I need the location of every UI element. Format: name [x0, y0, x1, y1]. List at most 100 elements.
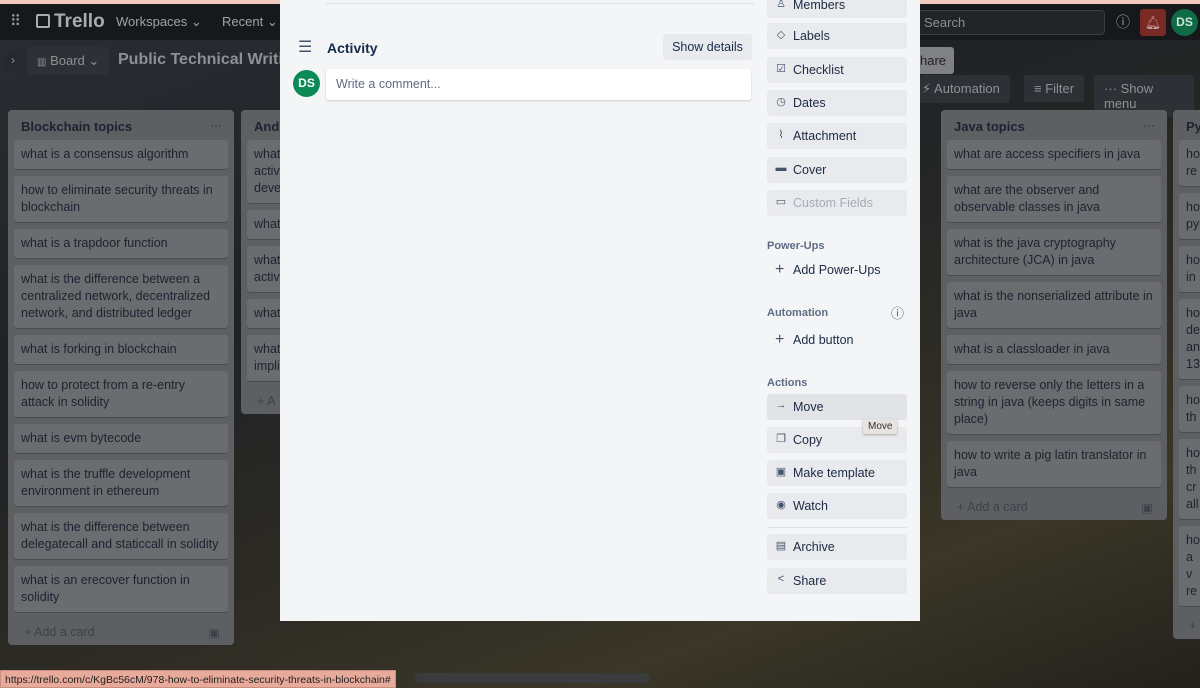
list-card[interactable]: what is evm bytecode: [14, 424, 228, 453]
archive-button[interactable]: ▤ Archive: [767, 534, 907, 560]
list: Java topics ··· what are access specifiers…: [941, 110, 1167, 520]
add-card-button[interactable]: + Add a card ▣: [941, 494, 1167, 520]
board-view-label: Board: [50, 53, 85, 68]
trello-logo[interactable]: Trello: [36, 11, 105, 33]
card-title: what is the nonserialized attribute in j…: [954, 289, 1153, 320]
status-url-bar: https://trello.com/c/KgBc56cM/978-how-to…: [0, 670, 396, 688]
watch-button[interactable]: ◉ Watch: [767, 493, 907, 519]
labels-button[interactable]: ◇ Labels: [767, 23, 907, 49]
share-button[interactable]: < Share: [767, 568, 907, 594]
dates-button[interactable]: ◷ Dates: [767, 90, 907, 116]
comment-avatar: DS: [293, 70, 320, 97]
list-menu-icon[interactable]: ···: [1143, 118, 1155, 132]
list-card[interactable]: how to eliminate security threats in blo…: [14, 176, 228, 222]
list-card[interactable]: what is a consensus algorithm: [14, 140, 228, 169]
list-title[interactable]: Java topics: [941, 110, 1167, 140]
workspaces-menu[interactable]: Workspaces ⌄: [116, 14, 202, 30]
recent-menu[interactable]: Recent ⌄: [222, 14, 278, 30]
list-card[interactable]: ho py: [1179, 193, 1200, 239]
list-card[interactable]: what is the java cryptography architectu…: [947, 229, 1161, 275]
activity-list-icon: ☰: [298, 39, 313, 56]
add-button-button[interactable]: + Add button: [767, 331, 854, 348]
button-label: Watch: [793, 499, 828, 513]
list-card[interactable]: ho th cr all: [1179, 439, 1200, 519]
button-label: Archive: [793, 540, 835, 554]
card-title: how to eliminate security threats in blo…: [21, 183, 213, 214]
list-title[interactable]: Blockchain topics: [8, 110, 234, 140]
card-title: what is a trapdoor function: [21, 236, 168, 250]
make-template-button[interactable]: ▣ Make template: [767, 460, 907, 486]
board-view-button[interactable]: ▥ Board ⌄: [27, 47, 110, 75]
list-card[interactable]: what is the truffle development environm…: [14, 460, 228, 506]
add-powerups-button[interactable]: + Add Power-Ups: [767, 261, 881, 278]
card-title: what is a consensus algorithm: [21, 147, 189, 161]
plus-icon: +: [257, 394, 265, 408]
members-button[interactable]: ♙ Members: [767, 0, 907, 18]
list-card[interactable]: ho re: [1179, 140, 1200, 186]
share-button[interactable]: hare: [920, 47, 955, 74]
user-avatar[interactable]: DS: [1171, 9, 1198, 36]
add-button-label: Add button: [793, 333, 854, 347]
list-card[interactable]: ho in: [1179, 246, 1200, 292]
add-card-label: Add a card: [34, 625, 95, 639]
list-card[interactable]: ho th: [1179, 386, 1200, 432]
filter-button[interactable]: ≡ Filter: [1024, 75, 1085, 102]
list-title[interactable]: Py: [1173, 110, 1200, 140]
horizontal-scrollbar[interactable]: [415, 673, 650, 683]
list-card[interactable]: what is a classloader in java: [947, 335, 1161, 364]
search-input[interactable]: Search: [915, 10, 1105, 35]
bolt-icon: ⚡︎: [922, 81, 932, 96]
list-card[interactable]: what is the difference between a central…: [14, 265, 228, 328]
expand-sidebar-button[interactable]: ›: [2, 50, 24, 72]
notifications-bell-icon[interactable]: 🔔︎: [1140, 9, 1166, 36]
list-menu-icon[interactable]: ···: [210, 118, 222, 132]
list-card[interactable]: what is forking in blockchain: [14, 335, 228, 364]
apps-grid-icon[interactable]: ⠿: [10, 12, 21, 30]
checklist-button[interactable]: ☑ Checklist: [767, 57, 907, 83]
plus-icon: +: [775, 261, 785, 278]
list-card[interactable]: how to protect from a re-entry attack in…: [14, 371, 228, 417]
checklist-icon: ☑: [776, 63, 786, 75]
add-card-label: A: [267, 394, 276, 408]
template-icon[interactable]: ▣: [1141, 500, 1153, 515]
comment-input[interactable]: Write a comment...: [326, 69, 751, 100]
info-icon[interactable]: ⓘ: [1116, 12, 1130, 32]
list-card[interactable]: what are the observer and observable cla…: [947, 176, 1161, 222]
list-card[interactable]: ho a v re: [1179, 526, 1200, 606]
custom-fields-button[interactable]: ▭ Custom Fields: [767, 190, 907, 216]
recent-label: Recent: [222, 14, 264, 29]
list-card[interactable]: what is a trapdoor function: [14, 229, 228, 258]
automation-info-icon[interactable]: ⓘ: [891, 303, 904, 322]
app-name: Trello: [54, 11, 105, 32]
card-title: ho th: [1186, 393, 1200, 424]
card-title: what impli: [254, 342, 281, 373]
move-button[interactable]: → Move: [767, 394, 907, 420]
card-title: what is the difference between a central…: [21, 272, 210, 320]
card-title: what: [254, 217, 281, 231]
add-card-button[interactable]: + Add a card ▣: [8, 619, 234, 645]
list-card[interactable]: what is the difference between delegatec…: [14, 513, 228, 559]
add-card-button[interactable]: +: [1173, 613, 1200, 639]
eye-icon: ◉: [776, 499, 786, 511]
attachment-button[interactable]: ⌇ Attachment: [767, 123, 907, 149]
list-card[interactable]: what are access specifiers in java: [947, 140, 1161, 169]
button-label: Share: [793, 574, 827, 588]
list-card[interactable]: how to reverse only the letters in a str…: [947, 371, 1161, 434]
list-card[interactable]: what is an erecover function in solidity: [14, 566, 228, 612]
card-detail-modal: ☰ Activity Show details DS Write a comme…: [280, 0, 920, 621]
list-card[interactable]: how to write a pig latin translator in j…: [947, 441, 1161, 487]
list-card[interactable]: ho de an 13: [1179, 299, 1200, 379]
card-title: what is an erecover function in solidity: [21, 573, 190, 604]
comment-placeholder: Write a comment...: [336, 77, 441, 91]
show-details-button[interactable]: Show details: [663, 34, 752, 60]
copy-icon: ❐: [776, 433, 786, 445]
tag-icon: ◇: [776, 29, 786, 41]
board-icon: ▥: [37, 57, 47, 68]
board-title[interactable]: Public Technical Writin: [118, 51, 293, 69]
cover-button[interactable]: ▬ Cover: [767, 157, 907, 183]
list-card[interactable]: what is the nonserialized attribute in j…: [947, 282, 1161, 328]
template-icon[interactable]: ▣: [208, 625, 220, 640]
automation-button[interactable]: ⚡︎ Automation: [920, 75, 1010, 103]
divider: [767, 527, 907, 528]
custom-fields-icon: ▭: [775, 196, 787, 208]
